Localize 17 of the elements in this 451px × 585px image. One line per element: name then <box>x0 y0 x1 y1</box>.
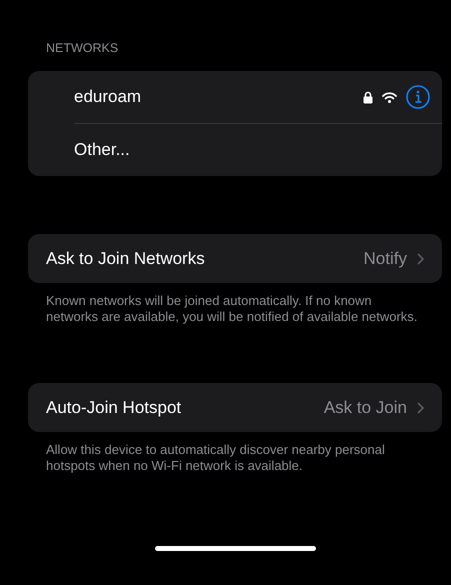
setting-row[interactable]: Auto-Join Hotspot Ask to Join <box>28 383 442 432</box>
setting-footnote: Allow this device to automatically discover nearby personal hotspots when no Wi-Fi network is available. <box>45 442 386 474</box>
other-network-label: Other... <box>74 140 131 160</box>
setting-label: Ask to Join Networks <box>46 248 206 268</box>
setting-row[interactable]: Ask to Join Networks Notify <box>28 234 442 283</box>
other-network-row[interactable]: Other... <box>28 124 442 176</box>
info-icon[interactable] <box>406 85 430 109</box>
section-header: NETWORKS <box>45 40 118 57</box>
setting-footnote: Known networks will be joined automatically. If no known networks are available, you will be notified of available networks. <box>45 293 418 325</box>
setting-label: Auto-Join Hotspot <box>46 398 182 418</box>
chevron-icon <box>417 402 424 414</box>
chevron-icon <box>417 252 424 264</box>
setting-value: Ask to Join <box>324 398 407 418</box>
network-row[interactable]: eduroam <box>28 71 442 123</box>
wifi-icon <box>382 92 397 102</box>
network-name: eduroam <box>74 87 142 107</box>
setting-value: Notify <box>364 248 407 268</box>
